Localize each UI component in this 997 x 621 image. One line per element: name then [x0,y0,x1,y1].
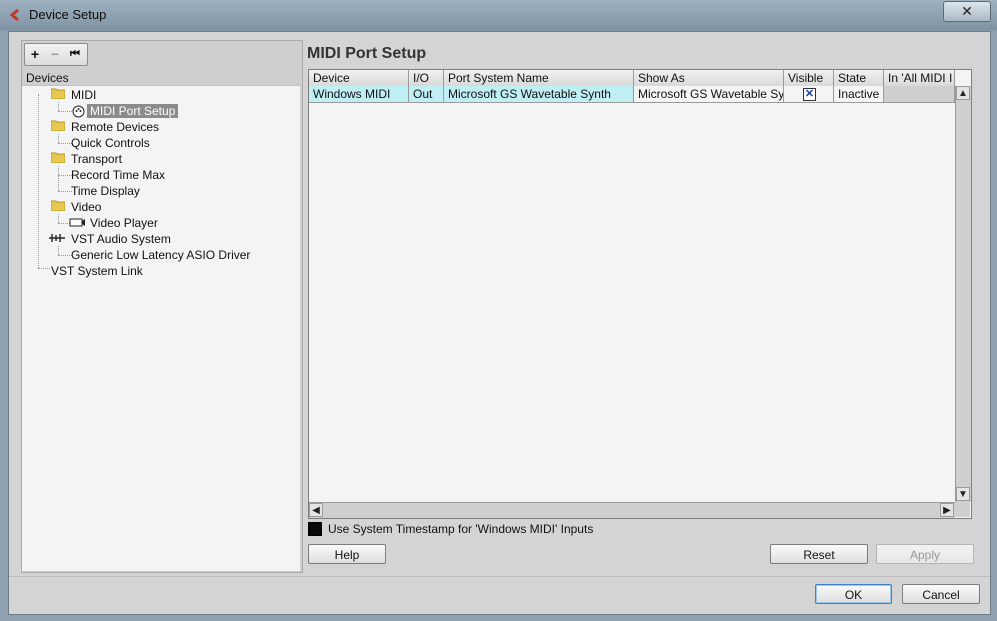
column-header-in-all-midi[interactable]: In 'All MIDI I [884,70,955,86]
folder-icon [51,120,65,131]
dialog-client: + − ⏮ Devices MIDI MIDI Port Setup Remot… [8,31,991,615]
timestamp-checkbox[interactable] [308,522,322,536]
tree-item-midi-port-setup[interactable]: MIDI Port Setup [87,103,179,119]
column-header-show-as[interactable]: Show As [634,70,784,86]
video-player-icon [69,218,85,227]
tree-line [38,94,39,268]
tree-item-label: MIDI Port Setup [87,104,179,118]
remove-device-button[interactable]: − [45,44,65,65]
tree-item-transport[interactable]: Transport [68,151,125,167]
tree-item-label: Video Player [90,216,158,230]
tree-item-label: Video [71,200,102,214]
scrollbar-corner [955,502,970,517]
tree-item-label: Time Display [71,184,140,198]
tree-line [58,134,59,143]
tree-line [58,166,59,191]
devices-tree[interactable]: MIDI MIDI Port Setup Remote Devices Quic… [22,85,300,571]
tree-item-remote-devices[interactable]: Remote Devices [68,119,162,135]
scroll-up-icon[interactable]: ▲ [956,86,970,100]
scroll-right-icon[interactable]: ▶ [940,503,954,517]
table-row[interactable]: Windows MIDI Out Microsoft GS Wavetable … [309,86,955,103]
cell-io[interactable]: Out [409,86,444,103]
column-header-io[interactable]: I/O [409,70,444,86]
tree-item-label: MIDI [71,88,97,102]
page-title: MIDI Port Setup [307,45,427,62]
folder-icon [51,152,65,163]
devices-label: Devices [26,71,69,85]
scroll-left-icon[interactable]: ◀ [309,503,323,517]
tree-line [58,246,59,255]
tree-line [58,102,59,111]
cell-device[interactable]: Windows MIDI [309,86,409,103]
cell-visible[interactable]: ✕ [784,86,834,103]
title-bar[interactable]: Device Setup ✕ [0,0,997,30]
ok-button[interactable]: OK [815,584,892,604]
folder-icon [51,88,65,99]
close-button[interactable]: ✕ [943,1,991,22]
add-device-button[interactable]: + [25,44,45,65]
visible-checkbox[interactable]: ✕ [803,88,816,101]
table-header: Device I/O Port System Name Show As Visi… [309,70,955,87]
column-header-device[interactable]: Device [309,70,409,86]
tree-item-label: Quick Controls [71,136,150,150]
apply-button[interactable]: Apply [876,544,974,564]
reset-button[interactable]: Reset [770,544,868,564]
tree-item-video[interactable]: Video [68,199,104,215]
tree-item-label: Remote Devices [71,120,160,134]
tree-item-label: Generic Low Latency ASIO Driver [71,248,251,262]
cell-port-system-name[interactable]: Microsoft GS Wavetable Synth [444,86,634,103]
cell-show-as[interactable]: Microsoft GS Wavetable Synth [634,86,784,103]
tree-item-label: VST Audio System [71,232,171,246]
column-header-visible[interactable]: Visible [784,70,834,86]
tree-line [58,214,59,223]
tree-item-vst-system-link[interactable]: VST System Link [48,263,146,279]
scroll-down-icon[interactable]: ▼ [956,487,970,501]
column-header-state[interactable]: State [834,70,884,86]
cell-state[interactable]: Inactive [834,86,884,103]
devices-toolbar: + − ⏮ [24,43,88,66]
horizontal-scrollbar[interactable]: ◀ ▶ [309,502,955,518]
tree-item-generic-asio-driver[interactable]: Generic Low Latency ASIO Driver [68,247,253,263]
vertical-scrollbar[interactable]: ▲ ▼ [955,86,971,502]
devices-panel: + − ⏮ Devices MIDI MIDI Port Setup Remot… [21,40,303,573]
tree-item-midi[interactable]: MIDI [68,87,99,103]
tree-item-record-time-max[interactable]: Record Time Max [68,167,168,183]
midi-port-icon [72,105,85,118]
vst-audio-icon [49,234,65,242]
tree-item-label: Record Time Max [71,168,166,182]
tree-item-vst-audio-system[interactable]: VST Audio System [68,231,174,247]
cancel-button[interactable]: Cancel [902,584,980,604]
reset-device-button[interactable]: ⏮ [65,44,85,65]
cubase-logo-icon [9,8,19,22]
tree-item-label: VST System Link [51,264,143,278]
tree-item-quick-controls[interactable]: Quick Controls [68,135,153,151]
divider [9,576,990,577]
column-header-port-system-name[interactable]: Port System Name [444,70,634,86]
help-button[interactable]: Help [308,544,386,564]
cell-in-all-midi[interactable] [884,86,955,103]
tree-line [58,111,72,112]
midi-port-table: Device I/O Port System Name Show As Visi… [308,69,972,519]
timestamp-label: Use System Timestamp for 'Windows MIDI' … [328,522,594,536]
window-title: Device Setup [29,7,107,22]
device-setup-window: Device Setup ✕ + − ⏮ Devices MIDI MIDI P… [0,0,997,621]
folder-icon [51,200,65,211]
tree-item-time-display[interactable]: Time Display [68,183,143,199]
tree-item-video-player[interactable]: Video Player [87,215,161,231]
tree-item-label: Transport [71,152,122,166]
